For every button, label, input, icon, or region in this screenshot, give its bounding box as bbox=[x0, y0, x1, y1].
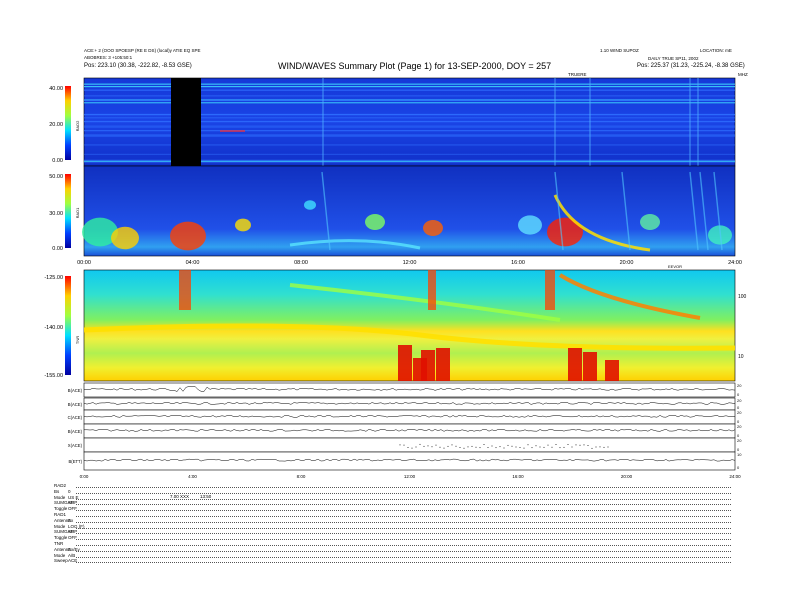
footer-note1: 7.00 XXX bbox=[170, 494, 190, 499]
panel-axis-label: TNR bbox=[75, 336, 80, 344]
ace-right-tick: 20 bbox=[737, 410, 742, 415]
x-unit-label: EEVOR bbox=[668, 264, 682, 269]
ace-right-tick: 10 bbox=[737, 452, 742, 457]
y-tick-label: 50.00 bbox=[49, 174, 63, 180]
footer-label: Sweep bbox=[54, 558, 68, 564]
y-tick-label: 20.00 bbox=[49, 122, 63, 128]
y-tick-label: 40.00 bbox=[49, 86, 63, 92]
footer-value: 0 bbox=[68, 488, 71, 494]
ace-right-tick: 20 bbox=[737, 383, 742, 388]
ace-x-tick-label: 16:00 bbox=[512, 474, 524, 479]
footer-row: SweepACE bbox=[54, 558, 77, 564]
ace-x-tick-label: 0:00 bbox=[80, 474, 89, 479]
ace-x-tick-label: 20:00 bbox=[621, 474, 633, 479]
tnr-colorbar bbox=[65, 276, 71, 375]
ace-right-tick: 20 bbox=[737, 398, 742, 403]
y-tick-label: -140.00 bbox=[44, 325, 63, 331]
ace-panel-label: C(ACE) bbox=[68, 415, 83, 420]
ace-x-tick-label: 24:00 bbox=[729, 474, 741, 479]
ace-right-tick: 20 bbox=[737, 438, 742, 443]
tnr-panel bbox=[83, 269, 736, 382]
footer-dotted-line bbox=[76, 558, 731, 564]
footer-value: A/B bbox=[68, 552, 76, 558]
ace-panel-label: B(ACE) bbox=[68, 402, 83, 407]
footer-dotted-line bbox=[76, 500, 731, 506]
x-tick-label: 04:00 bbox=[186, 260, 200, 266]
ace-panel-label: B(ETT) bbox=[69, 459, 83, 464]
x-tick-label: 12:00 bbox=[403, 260, 417, 266]
x-tick-label: 20:00 bbox=[620, 260, 634, 266]
x-tick-label: 16:00 bbox=[511, 260, 525, 266]
footer-dotted-line bbox=[76, 541, 731, 546]
rad1-colorbar bbox=[65, 174, 71, 248]
footer-dotted-line bbox=[76, 506, 731, 512]
footer-dotted-line bbox=[76, 547, 731, 552]
ace-x-tick-label: 8:00 bbox=[297, 474, 306, 479]
footer-dotted-line bbox=[76, 553, 731, 558]
panel-axis-label: RAD2 bbox=[75, 120, 80, 131]
rad2-panel bbox=[83, 77, 736, 167]
ace-right-tick: 0 bbox=[737, 392, 740, 397]
panel-axis-label: RAD1 bbox=[75, 207, 80, 218]
ace-panel-label: B(ACE) bbox=[68, 429, 83, 434]
footer-dotted-line bbox=[76, 483, 731, 488]
y-tick-label: 30.00 bbox=[49, 211, 63, 217]
rad2-colorbar bbox=[65, 86, 71, 160]
footer-dotted-line bbox=[76, 529, 731, 535]
right-tick-label: 10 bbox=[738, 354, 744, 360]
y-tick-label: 0.00 bbox=[52, 246, 63, 252]
right-tick-label: 100 bbox=[738, 294, 747, 300]
footer-note2: 13:50 bbox=[200, 494, 212, 499]
x-tick-label: 00:00 bbox=[77, 260, 91, 266]
footer-dotted-line bbox=[76, 518, 731, 523]
ace-panel-label: B(ACE) bbox=[68, 388, 83, 393]
ace-panels bbox=[83, 382, 736, 471]
ace-right-tick: 20 bbox=[737, 424, 742, 429]
ace-panel-label: X(ACE) bbox=[68, 443, 83, 448]
ace-right-tick: 0 bbox=[737, 465, 740, 470]
y-tick-label: -125.00 bbox=[44, 275, 63, 281]
ace-x-tick-label: 12:00 bbox=[404, 474, 416, 479]
rad1-panel bbox=[82, 165, 736, 257]
ace-x-tick-label: 4:00 bbox=[188, 474, 197, 479]
footer-dotted-line bbox=[76, 524, 731, 529]
x-tick-label: 24:00 bbox=[728, 260, 742, 266]
x-tick-label: 08:00 bbox=[294, 260, 308, 266]
data-gap bbox=[171, 78, 201, 166]
y-tick-label: 0.00 bbox=[52, 158, 63, 164]
footer-dotted-line bbox=[76, 535, 731, 541]
footer-dotted-line bbox=[76, 512, 731, 517]
footer-value: Ex bbox=[68, 517, 74, 523]
y-tick-label: -155.00 bbox=[44, 373, 63, 379]
